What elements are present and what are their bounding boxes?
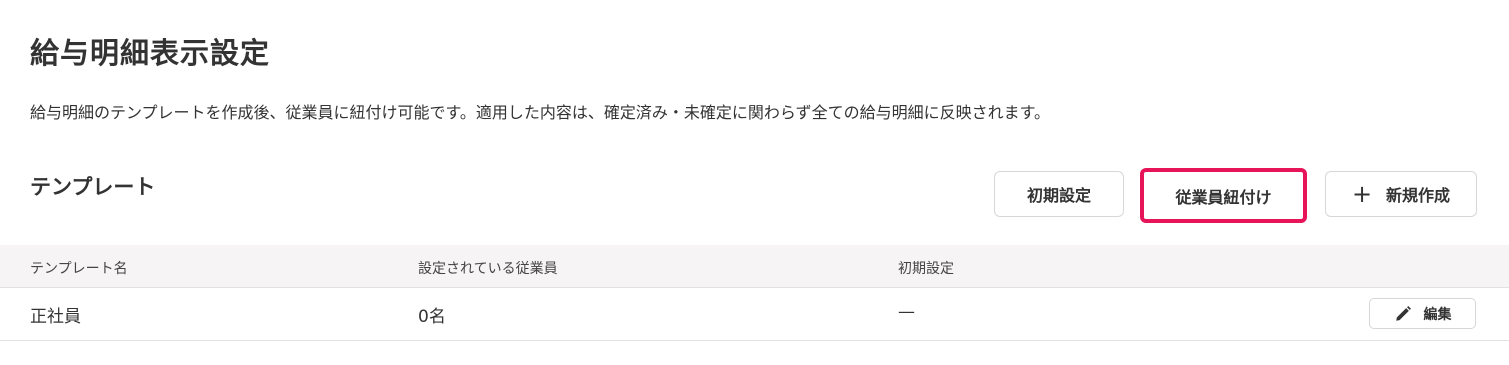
link-employees-button[interactable]: 従業員紐付け [1140,168,1307,223]
initial-settings-cell: — [898,302,915,322]
initial-settings-label: 初期設定 [1026,186,1091,205]
pencil-icon [1395,305,1411,321]
edit-label: 編集 [1423,306,1452,323]
assigned-employees-cell: 0名 [418,307,446,327]
table-header: テンプレート名 設定されている従業員 初期設定 [0,245,1509,288]
initial-settings-button[interactable]: 初期設定 [994,171,1124,217]
page-title: 給与明細表示設定 [30,36,271,70]
edit-button[interactable]: 編集 [1369,298,1476,329]
new-create-button[interactable]: + 新規作成 [1325,171,1477,217]
template-name-cell: 正社員 [30,307,81,327]
column-header-assigned-employees: 設定されている従業員 [418,261,558,277]
table-row: 正社員 0名 — 編集 [0,288,1509,341]
section-title: テンプレート [30,175,156,199]
new-create-label: 新規作成 [1386,186,1451,205]
column-header-template-name: テンプレート名 [30,261,128,277]
page-description: 給与明細のテンプレートを作成後、従業員に紐付け可能です。適用した内容は、確定済み… [30,103,1051,122]
plus-icon: + [1351,180,1373,208]
link-employees-label: 従業員紐付け [1175,187,1272,207]
column-header-initial-settings: 初期設定 [898,261,954,277]
